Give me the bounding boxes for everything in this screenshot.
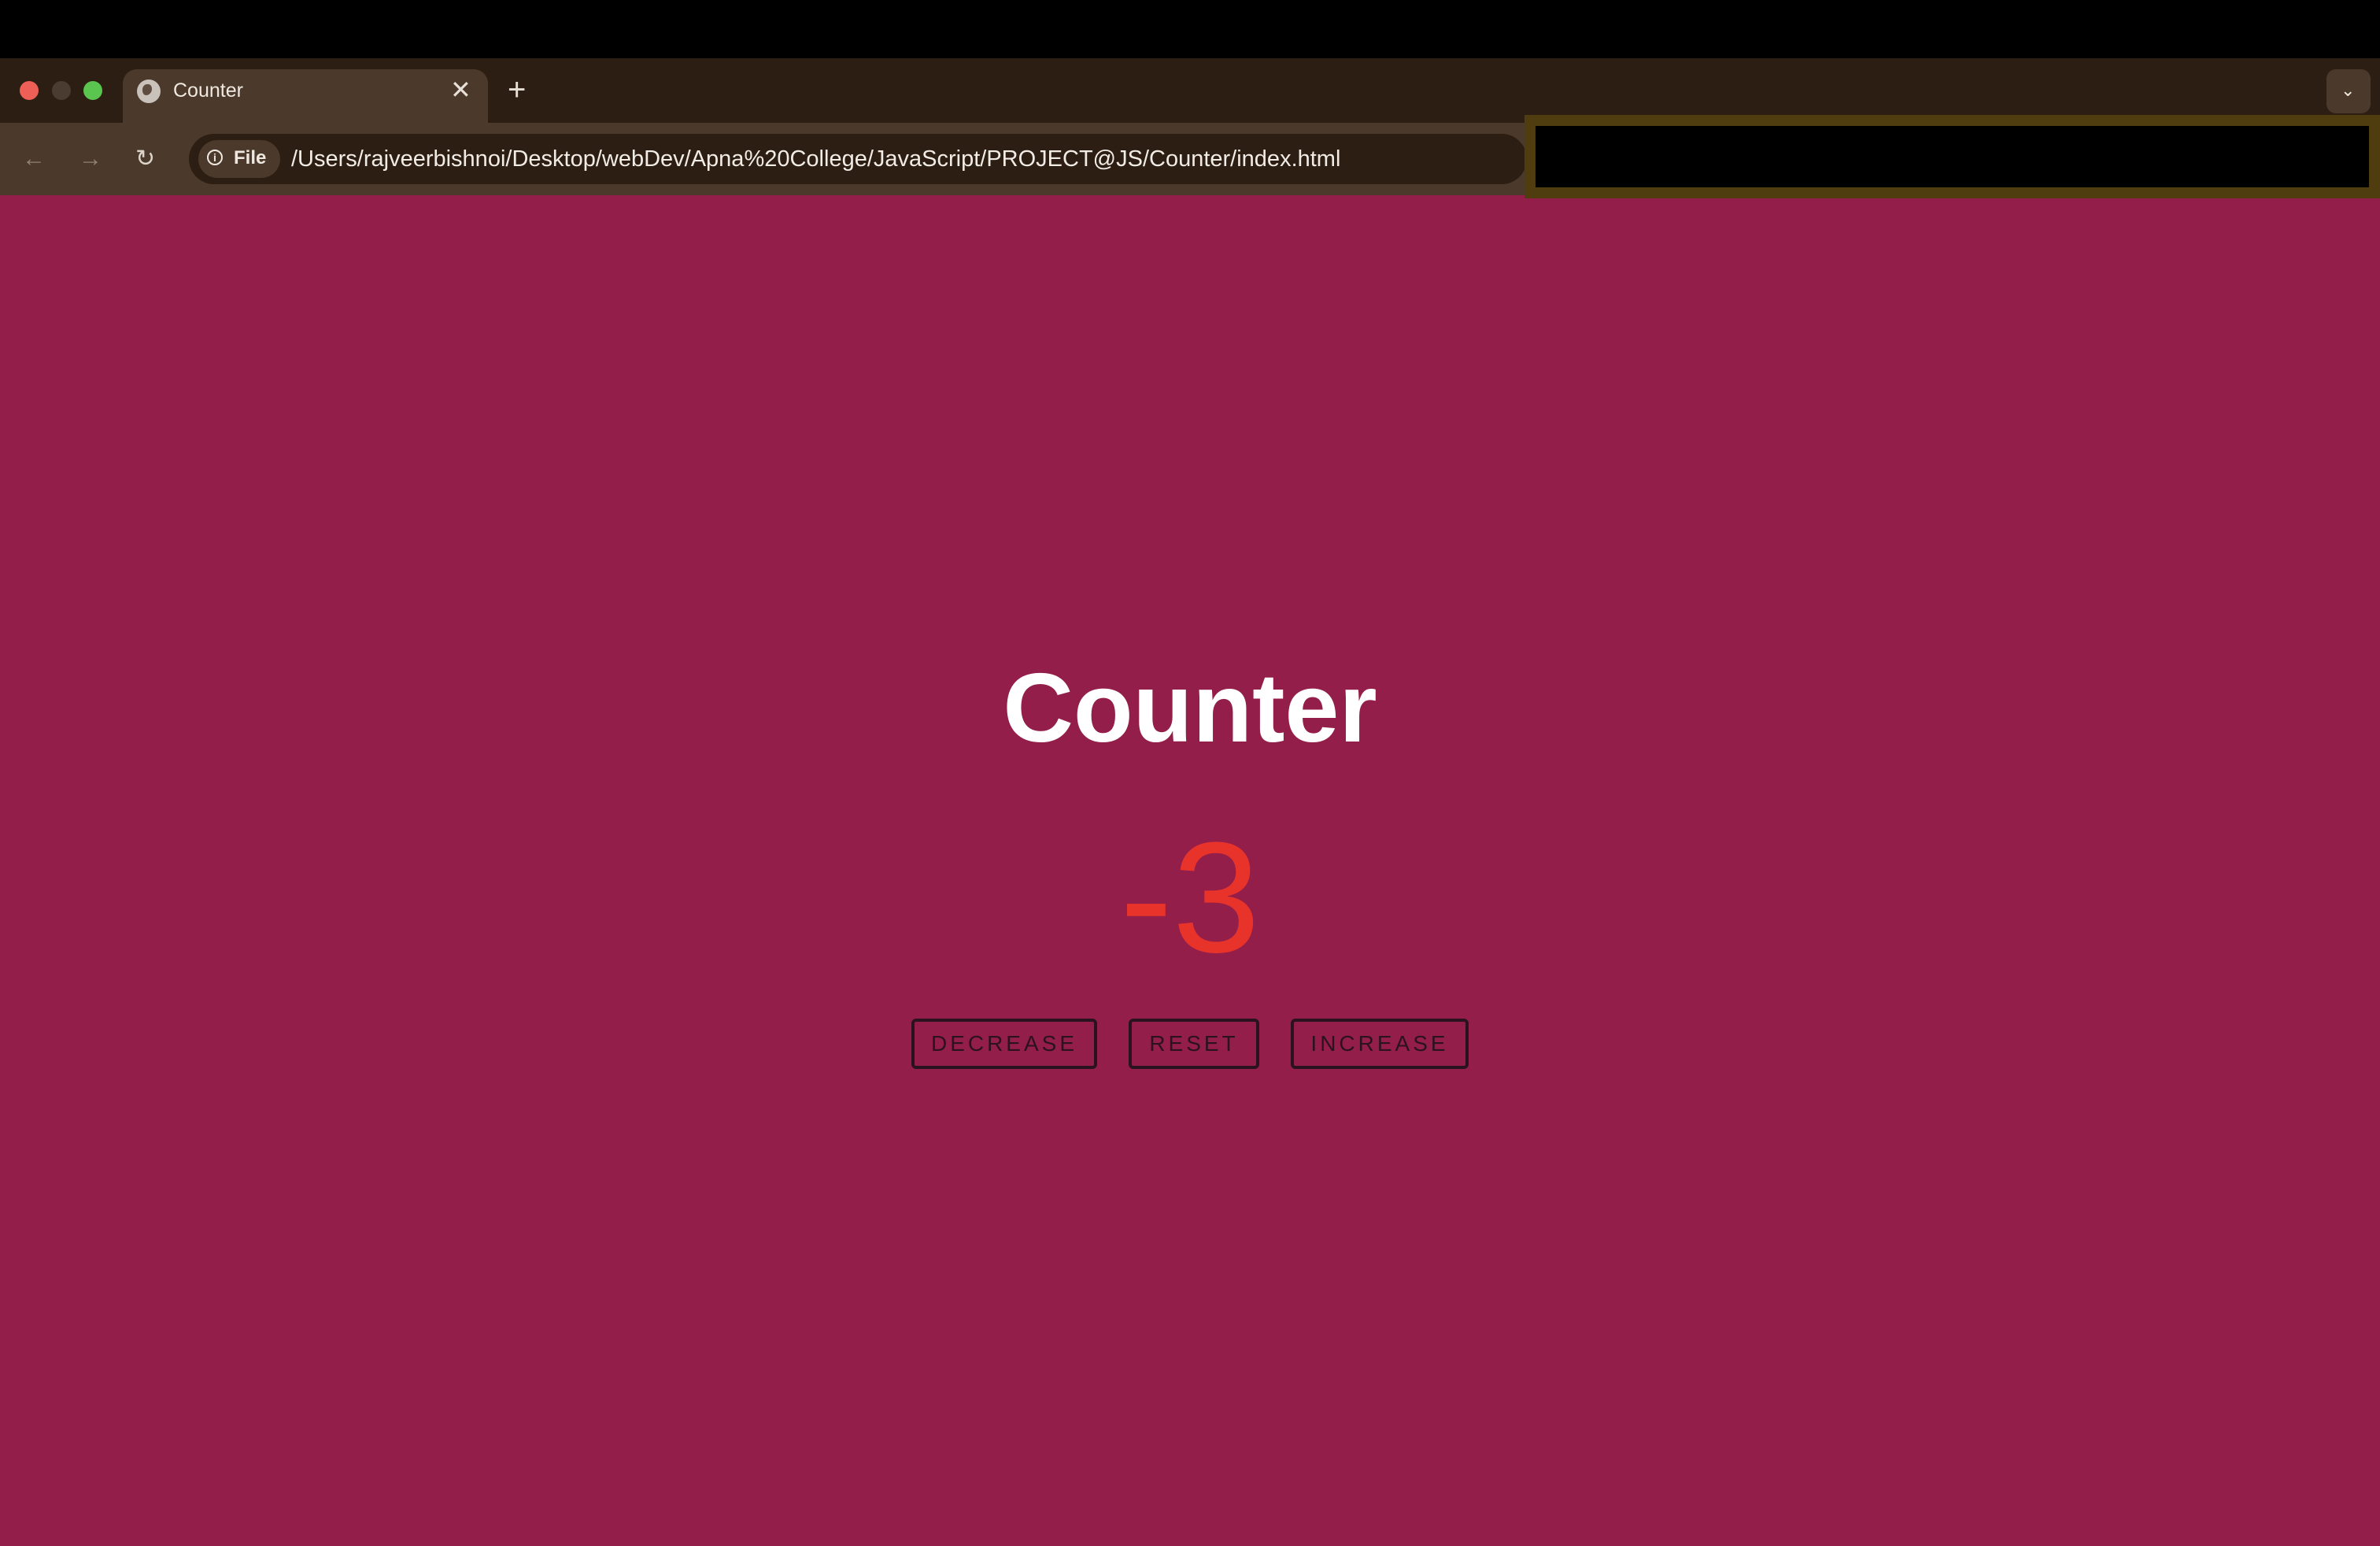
maximize-window-button[interactable]	[83, 81, 102, 100]
globe-icon	[137, 80, 161, 103]
page-title: Counter	[1003, 654, 1377, 763]
decrease-button[interactable]: DECREASE	[911, 1019, 1097, 1069]
reset-button[interactable]: RESET	[1129, 1019, 1259, 1069]
minimize-window-button[interactable]	[52, 81, 71, 100]
close-window-button[interactable]	[20, 81, 39, 100]
back-arrow-icon[interactable]: ←	[22, 143, 46, 175]
tab-title: Counter	[173, 80, 243, 102]
url-text[interactable]: /Users/rajveerbishnoi/Desktop/webDev/Apn…	[291, 144, 1340, 174]
new-tab-icon[interactable]: +	[508, 72, 526, 107]
increase-button[interactable]: INCREASE	[1291, 1019, 1469, 1069]
chevron-down-icon: ⌄	[2341, 80, 2356, 100]
tab-search-button[interactable]: ⌄	[2326, 69, 2371, 113]
redacted-area	[1524, 115, 2380, 198]
info-icon: i	[207, 150, 223, 165]
reload-icon[interactable]: ↻	[135, 143, 155, 175]
counter-value: -3	[1120, 810, 1260, 986]
site-info-label: File	[234, 147, 267, 168]
window-top-bar	[0, 0, 2380, 58]
close-tab-icon[interactable]: ✕	[450, 76, 471, 104]
forward-arrow-icon[interactable]: →	[79, 143, 102, 175]
